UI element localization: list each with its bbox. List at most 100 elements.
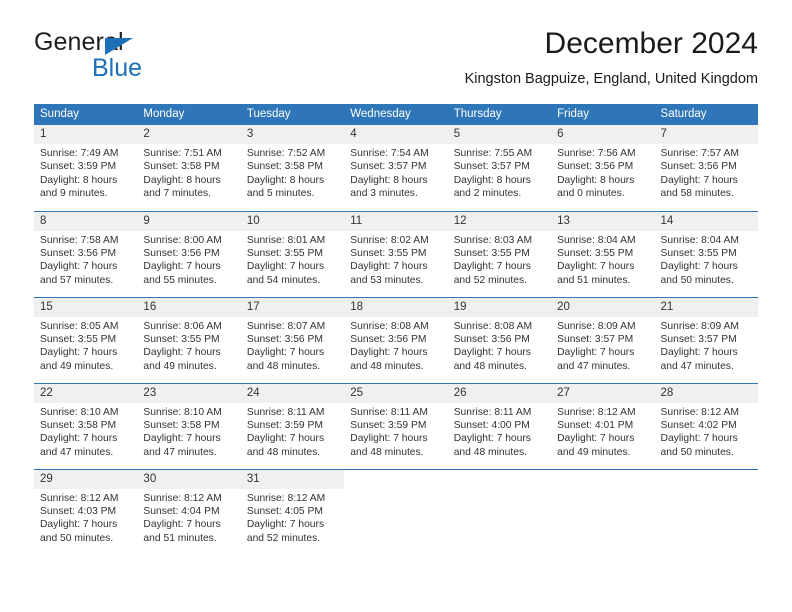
day-cell[interactable]: 28 Sunrise: 8:12 AM Sunset: 4:02 PM Dayl… xyxy=(654,382,758,469)
day-cell[interactable]: 5 Sunrise: 7:55 AM Sunset: 3:57 PM Dayli… xyxy=(447,125,552,211)
day-cell[interactable]: 7 Sunrise: 7:57 AM Sunset: 3:56 PM Dayli… xyxy=(654,125,758,211)
day-number: 21 xyxy=(654,297,758,317)
day-cell[interactable]: 8 Sunrise: 7:58 AM Sunset: 3:56 PM Dayli… xyxy=(34,210,138,297)
day-cell[interactable]: 30 Sunrise: 8:12 AM Sunset: 4:04 PM Dayl… xyxy=(137,468,241,555)
daylight-text-line2: and 47 minutes. xyxy=(40,446,114,458)
calendar-week-row: 22 Sunrise: 8:10 AM Sunset: 3:58 PM Dayl… xyxy=(34,382,758,469)
day-cell[interactable]: 22 Sunrise: 8:10 AM Sunset: 3:58 PM Dayl… xyxy=(34,382,138,469)
day-details: Sunrise: 8:08 AM Sunset: 3:56 PM Dayligh… xyxy=(344,317,447,374)
day-details: Sunrise: 7:49 AM Sunset: 3:59 PM Dayligh… xyxy=(34,144,137,201)
day-cell[interactable]: 15 Sunrise: 8:05 AM Sunset: 3:55 PM Dayl… xyxy=(34,296,138,383)
sunset-text: Sunset: 3:55 PM xyxy=(557,247,634,259)
sunrise-text: Sunrise: 8:00 AM xyxy=(143,234,222,246)
daylight-text-line2: and 48 minutes. xyxy=(350,360,424,372)
sunrise-text: Sunrise: 8:08 AM xyxy=(350,320,429,332)
day-cell[interactable]: 18 Sunrise: 8:08 AM Sunset: 3:56 PM Dayl… xyxy=(344,296,448,383)
page-subtitle: Kingston Bagpuize, England, United Kingd… xyxy=(464,71,758,87)
calendar-week-row: 8 Sunrise: 7:58 AM Sunset: 3:56 PM Dayli… xyxy=(34,210,758,297)
day-number: 6 xyxy=(551,125,655,144)
daylight-text-line1: Daylight: 7 hours xyxy=(660,433,738,445)
day-cell[interactable]: 12 Sunrise: 8:03 AM Sunset: 3:55 PM Dayl… xyxy=(447,210,552,297)
day-cell-empty xyxy=(551,468,655,555)
day-cell[interactable]: 21 Sunrise: 8:09 AM Sunset: 3:57 PM Dayl… xyxy=(654,296,758,383)
daylight-text-line1: Daylight: 8 hours xyxy=(40,174,118,186)
day-cell[interactable]: 1 Sunrise: 7:49 AM Sunset: 3:59 PM Dayli… xyxy=(34,125,138,211)
calendar-week-row: 1 Sunrise: 7:49 AM Sunset: 3:59 PM Dayli… xyxy=(34,125,758,211)
day-cell[interactable]: 10 Sunrise: 8:01 AM Sunset: 3:55 PM Dayl… xyxy=(240,210,345,297)
calendar-week-row: 29 Sunrise: 8:12 AM Sunset: 4:03 PM Dayl… xyxy=(34,468,758,555)
daylight-text-line2: and 57 minutes. xyxy=(40,274,114,286)
daylight-text-line2: and 0 minutes. xyxy=(557,188,625,200)
day-cell[interactable]: 14 Sunrise: 8:04 AM Sunset: 3:55 PM Dayl… xyxy=(654,210,758,297)
day-number xyxy=(551,470,654,489)
day-cell[interactable]: 20 Sunrise: 8:09 AM Sunset: 3:57 PM Dayl… xyxy=(551,296,655,383)
sunrise-text: Sunrise: 7:51 AM xyxy=(143,148,222,159)
day-cell[interactable]: 26 Sunrise: 8:11 AM Sunset: 4:00 PM Dayl… xyxy=(447,382,552,469)
sunrise-sunset-calendar-table: Sunday Monday Tuesday Wednesday Thursday… xyxy=(34,104,758,555)
daylight-text-line2: and 51 minutes. xyxy=(143,532,217,544)
day-details: Sunrise: 8:02 AM Sunset: 3:55 PM Dayligh… xyxy=(344,231,447,288)
sunset-text: Sunset: 3:56 PM xyxy=(557,161,634,173)
calendar-body: 1 Sunrise: 7:49 AM Sunset: 3:59 PM Dayli… xyxy=(34,125,758,555)
weekday-header-tuesday: Tuesday xyxy=(240,104,345,125)
sunrise-text: Sunrise: 8:12 AM xyxy=(246,492,326,504)
daylight-text-line2: and 47 minutes. xyxy=(143,446,217,458)
day-cell[interactable]: 29 Sunrise: 8:12 AM Sunset: 4:03 PM Dayl… xyxy=(34,468,138,555)
sunrise-text: Sunrise: 8:11 AM xyxy=(350,406,428,418)
day-number xyxy=(448,470,551,489)
daylight-text-line2: and 49 minutes. xyxy=(40,360,114,372)
sunrise-text: Sunrise: 7:52 AM xyxy=(246,148,326,159)
day-cell[interactable]: 27 Sunrise: 8:12 AM Sunset: 4:01 PM Dayl… xyxy=(551,382,655,469)
sunrise-text: Sunrise: 7:58 AM xyxy=(40,234,119,246)
sunset-text: Sunset: 3:56 PM xyxy=(453,333,530,345)
day-cell[interactable]: 31 Sunrise: 8:12 AM Sunset: 4:05 PM Dayl… xyxy=(240,468,345,555)
daylight-text-line2: and 58 minutes. xyxy=(660,188,734,200)
day-cell[interactable]: 16 Sunrise: 8:06 AM Sunset: 3:55 PM Dayl… xyxy=(137,296,241,383)
day-details: Sunrise: 8:12 AM Sunset: 4:01 PM Dayligh… xyxy=(551,403,654,460)
daylight-text-line1: Daylight: 7 hours xyxy=(350,433,428,445)
sunrise-text: Sunrise: 8:01 AM xyxy=(246,234,326,246)
day-cell[interactable]: 4 Sunrise: 7:54 AM Sunset: 3:57 PM Dayli… xyxy=(344,125,448,211)
sunset-text: Sunset: 3:55 PM xyxy=(660,247,737,259)
sunrise-text: Sunrise: 8:08 AM xyxy=(453,320,533,332)
day-number: 31 xyxy=(240,469,345,489)
sunrise-text: Sunrise: 8:05 AM xyxy=(40,320,119,332)
sunrise-text: Sunrise: 8:10 AM xyxy=(143,406,222,418)
day-details: Sunrise: 8:10 AM Sunset: 3:58 PM Dayligh… xyxy=(34,403,137,460)
day-details: Sunrise: 8:12 AM Sunset: 4:03 PM Dayligh… xyxy=(34,489,137,546)
day-cell[interactable]: 19 Sunrise: 8:08 AM Sunset: 3:56 PM Dayl… xyxy=(447,296,552,383)
day-details: Sunrise: 8:10 AM Sunset: 3:58 PM Dayligh… xyxy=(137,403,240,460)
day-details: Sunrise: 8:12 AM Sunset: 4:05 PM Dayligh… xyxy=(241,489,344,546)
day-details: Sunrise: 8:04 AM Sunset: 3:55 PM Dayligh… xyxy=(551,231,654,288)
daylight-text-line2: and 52 minutes. xyxy=(246,532,321,544)
daylight-text-line1: Daylight: 7 hours xyxy=(246,347,325,359)
day-cell[interactable]: 9 Sunrise: 8:00 AM Sunset: 3:56 PM Dayli… xyxy=(137,210,241,297)
day-number: 11 xyxy=(344,211,448,231)
day-details: Sunrise: 8:11 AM Sunset: 4:00 PM Dayligh… xyxy=(448,403,551,460)
day-cell[interactable]: 24 Sunrise: 8:11 AM Sunset: 3:59 PM Dayl… xyxy=(240,382,345,469)
day-cell[interactable]: 13 Sunrise: 8:04 AM Sunset: 3:55 PM Dayl… xyxy=(551,210,655,297)
sunrise-text: Sunrise: 8:12 AM xyxy=(660,406,739,418)
sunrise-text: Sunrise: 8:12 AM xyxy=(40,492,119,504)
day-cell[interactable]: 25 Sunrise: 8:11 AM Sunset: 3:59 PM Dayl… xyxy=(344,382,448,469)
day-cell[interactable]: 23 Sunrise: 8:10 AM Sunset: 3:58 PM Dayl… xyxy=(137,382,241,469)
day-cell[interactable]: 2 Sunrise: 7:51 AM Sunset: 3:58 PM Dayli… xyxy=(137,125,241,211)
sunrise-text: Sunrise: 7:56 AM xyxy=(557,148,636,159)
sunset-text: Sunset: 3:56 PM xyxy=(143,247,220,259)
daylight-text-line1: Daylight: 8 hours xyxy=(143,174,221,186)
daylight-text-line2: and 48 minutes. xyxy=(453,446,527,458)
day-cell[interactable]: 17 Sunrise: 8:07 AM Sunset: 3:56 PM Dayl… xyxy=(240,296,345,383)
day-cell[interactable]: 6 Sunrise: 7:56 AM Sunset: 3:56 PM Dayli… xyxy=(551,125,655,211)
day-number: 25 xyxy=(344,383,448,403)
sunrise-text: Sunrise: 8:12 AM xyxy=(557,406,636,418)
sunset-text: Sunset: 3:57 PM xyxy=(660,333,737,345)
day-cell[interactable]: 3 Sunrise: 7:52 AM Sunset: 3:58 PM Dayli… xyxy=(240,125,345,211)
sunrise-text: Sunrise: 8:12 AM xyxy=(143,492,222,504)
daylight-text-line1: Daylight: 7 hours xyxy=(246,261,325,273)
page-title: December 2024 xyxy=(544,27,758,60)
brand-logo[interactable]: General Blue xyxy=(34,28,294,90)
day-details: Sunrise: 7:56 AM Sunset: 3:56 PM Dayligh… xyxy=(551,144,654,201)
sunrise-text: Sunrise: 8:02 AM xyxy=(350,234,429,246)
day-cell[interactable]: 11 Sunrise: 8:02 AM Sunset: 3:55 PM Dayl… xyxy=(344,210,448,297)
day-number: 20 xyxy=(551,297,655,317)
